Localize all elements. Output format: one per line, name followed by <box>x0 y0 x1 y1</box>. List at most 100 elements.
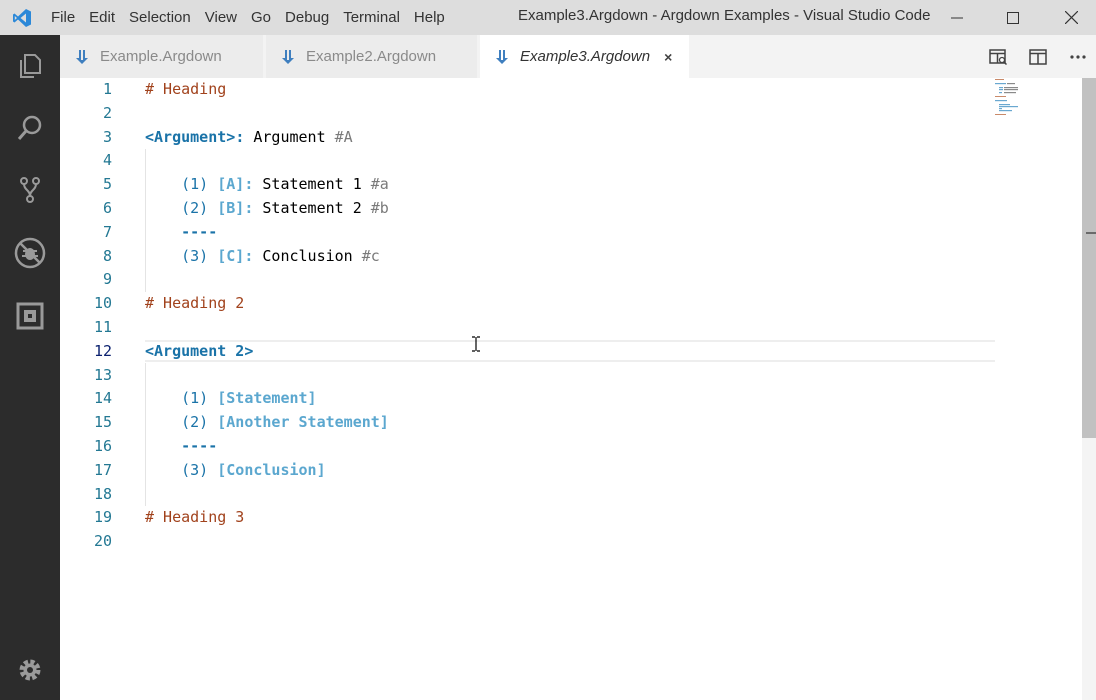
statement-title: [Another Statement] <box>217 413 389 432</box>
line-number: 18 <box>93 484 112 503</box>
argument-text: Argument <box>244 127 335 146</box>
tab-label: Example2.Argdown <box>306 48 437 65</box>
vscode-logo-icon <box>0 0 44 35</box>
code-line-15: (2) [Another Statement] <box>145 411 995 435</box>
maximize-icon <box>1007 11 1019 24</box>
line-number: 8 <box>102 246 112 265</box>
tab-label: Example.Argdown <box>100 48 222 65</box>
menu-terminal[interactable]: Terminal <box>336 0 407 35</box>
code-line-1: # Heading <box>145 78 995 102</box>
explorer-icon <box>20 54 41 78</box>
line-number: 9 <box>102 270 112 289</box>
scrollbar-cursor-marker <box>1086 232 1096 234</box>
code-line-6: (2) [B]: Statement 2 #b <box>145 197 995 221</box>
search-button[interactable] <box>0 103 60 153</box>
line-number: 14 <box>93 389 112 408</box>
gear-icon <box>19 659 41 681</box>
tab-example2[interactable]: Example2.Argdown <box>266 35 478 78</box>
code-line-17: (3) [Conclusion] <box>145 459 995 483</box>
scrollbar-thumb[interactable] <box>1082 78 1096 438</box>
close-window-button[interactable] <box>1048 0 1094 35</box>
code-lines[interactable]: # Heading <Argument>: Argument #A (1) [A… <box>145 78 995 554</box>
line-number: 4 <box>102 151 112 170</box>
heading-text: # Heading <box>145 80 227 98</box>
premise-number: (1) <box>181 175 218 194</box>
line-number: 11 <box>93 317 112 336</box>
explorer-button[interactable] <box>0 41 60 91</box>
code-line-12: <Argument 2> <box>145 340 995 364</box>
tag: #a <box>370 175 389 194</box>
split-editor-button[interactable] <box>1018 35 1058 78</box>
menu-bar: File Edit Selection View Go Debug Termin… <box>44 0 452 35</box>
inference-separator: ---- <box>181 222 218 241</box>
more-actions-icon <box>1070 54 1086 59</box>
inference-separator: ---- <box>181 436 218 455</box>
statement-title: [A]: <box>217 175 254 194</box>
heading-text: # Heading 2 <box>145 294 245 313</box>
premise-number: (1) <box>181 389 218 408</box>
menu-edit[interactable]: Edit <box>82 0 122 35</box>
tab-example3[interactable]: Example3.Argdown × <box>480 35 690 78</box>
open-preview-button[interactable] <box>978 35 1018 78</box>
code-editor[interactable]: 1 2 3 4 5 6 7 8 9 10 11 12 13 14 15 16 1… <box>60 78 1096 700</box>
code-line-3: <Argument>: Argument #A <box>145 126 995 150</box>
code-line-5: (1) [A]: Statement 1 #a <box>145 173 995 197</box>
menu-selection[interactable]: Selection <box>122 0 198 35</box>
menu-view[interactable]: View <box>198 0 244 35</box>
line-number: 19 <box>93 508 112 527</box>
menu-help[interactable]: Help <box>407 0 452 35</box>
conclusion-number: (3) <box>181 460 218 479</box>
maximize-button[interactable] <box>990 0 1036 35</box>
close-tab-icon[interactable]: × <box>664 49 672 65</box>
tag: #b <box>370 198 389 217</box>
debug-button[interactable] <box>0 228 60 278</box>
source-control-button[interactable] <box>0 165 60 215</box>
menu-go[interactable]: Go <box>244 0 278 35</box>
line-number-current: 12 <box>93 341 112 360</box>
argdown-file-icon <box>282 49 294 64</box>
open-preview-icon <box>989 48 1007 65</box>
argdown-file-icon <box>76 49 88 64</box>
tag: #A <box>334 127 353 146</box>
title-bar: File Edit Selection View Go Debug Termin… <box>0 0 1096 35</box>
statement-title: [C]: <box>217 246 254 265</box>
line-number: 20 <box>93 532 112 551</box>
statement-text: Statement 2 <box>253 198 371 217</box>
line-number: 16 <box>93 436 112 455</box>
extensions-icon <box>16 302 44 330</box>
statement-text: Statement 1 <box>253 175 371 194</box>
argdown-file-icon <box>496 49 508 64</box>
argument-title: <Argument> <box>145 127 236 146</box>
tab-example[interactable]: Example.Argdown <box>60 35 264 78</box>
code-line-7: ---- <box>145 221 995 245</box>
minimize-icon <box>951 17 963 18</box>
statement-title: [Conclusion] <box>217 460 326 479</box>
source-control-icon <box>20 177 40 203</box>
statement-title: [Statement] <box>217 389 317 408</box>
line-number: 2 <box>102 103 112 122</box>
code-line-8: (3) [C]: Conclusion #c <box>145 245 995 269</box>
manage-button[interactable] <box>0 645 60 695</box>
statement-text: Conclusion <box>253 246 362 265</box>
extensions-button[interactable] <box>0 291 60 341</box>
debug-icon <box>14 237 46 269</box>
line-number: 5 <box>102 175 112 194</box>
menu-file[interactable]: File <box>44 0 82 35</box>
more-actions-button[interactable] <box>1058 35 1096 78</box>
line-number: 3 <box>102 127 112 146</box>
code-line-19: # Heading 3 <box>145 506 995 530</box>
activity-bar <box>0 35 60 700</box>
menu-debug[interactable]: Debug <box>278 0 336 35</box>
line-number: 7 <box>102 222 112 241</box>
minimize-button[interactable] <box>934 0 980 35</box>
code-line-10: # Heading 2 <box>145 292 995 316</box>
minimap[interactable] <box>993 78 1083 128</box>
line-number: 6 <box>102 198 112 217</box>
